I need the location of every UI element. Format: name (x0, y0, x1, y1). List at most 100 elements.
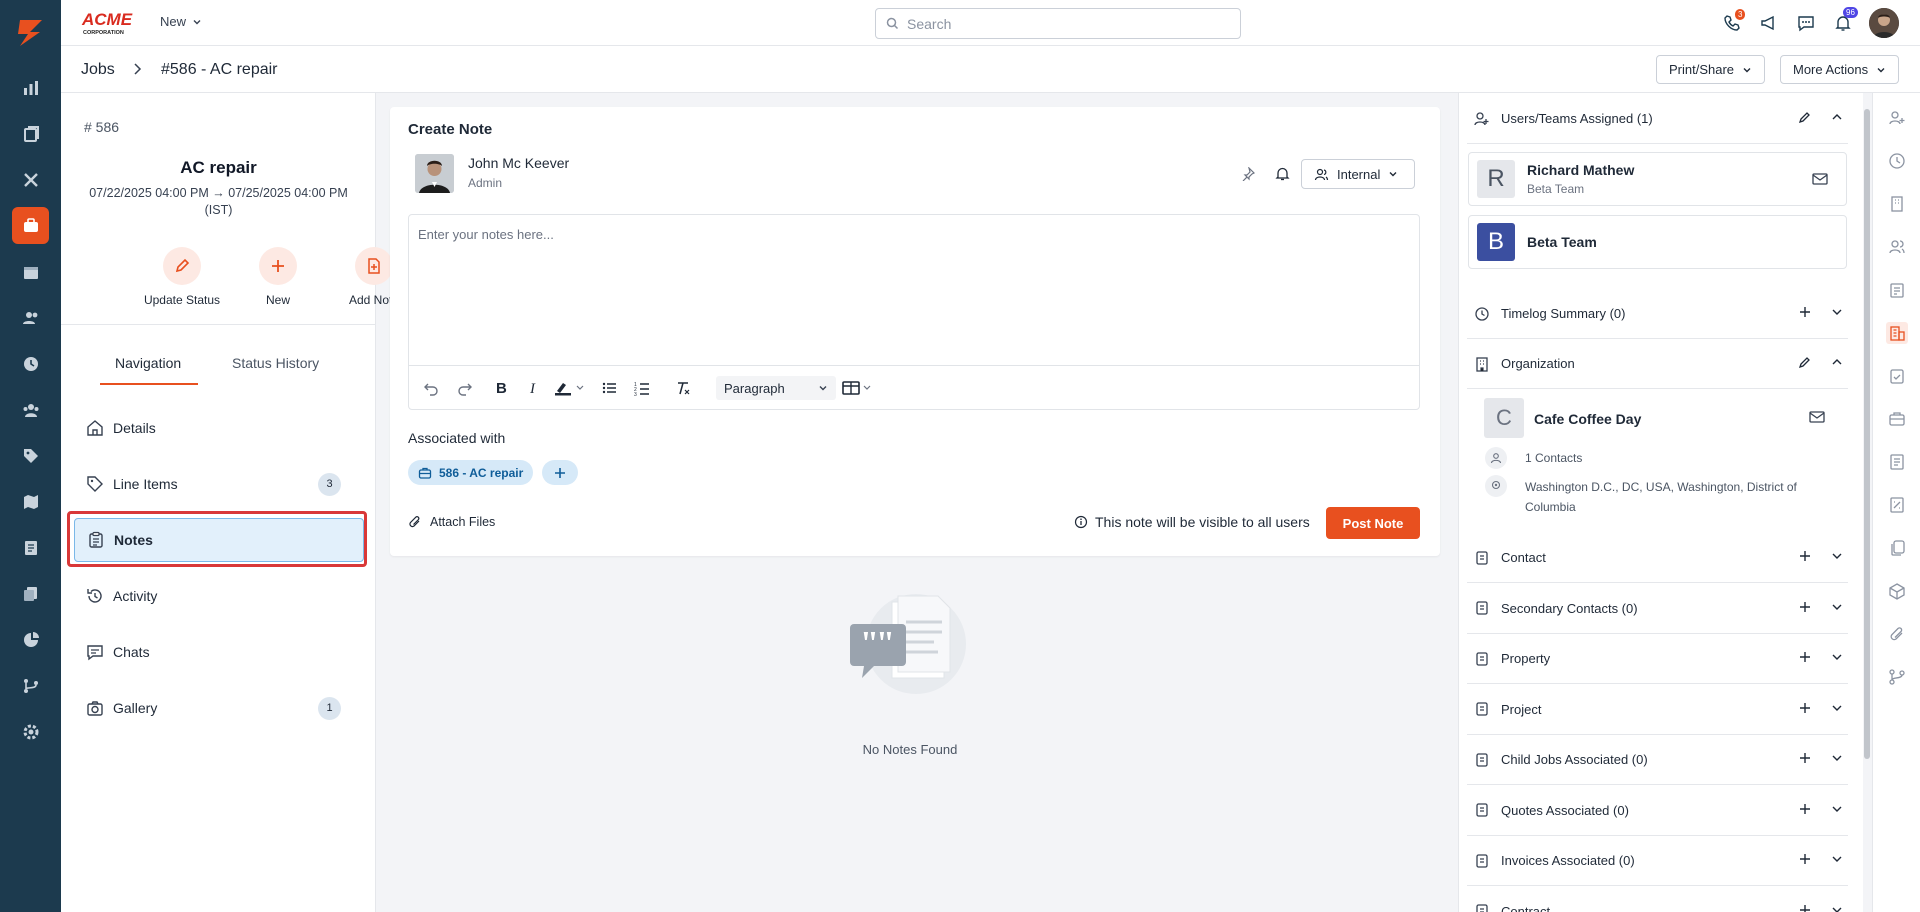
organization-name[interactable]: Cafe Coffee Day (1534, 411, 1641, 427)
attach-files-button[interactable]: Attach Files (408, 515, 495, 529)
calendar-icon[interactable] (12, 253, 49, 290)
plus-icon[interactable] (1798, 751, 1812, 765)
visibility-dropdown[interactable]: Internal (1301, 159, 1415, 189)
update-status-button[interactable]: Update Status (137, 247, 227, 307)
timelog-icon[interactable] (1886, 150, 1908, 172)
chevron-down-icon[interactable] (1830, 600, 1844, 614)
bold-icon[interactable]: B (489, 376, 513, 400)
package-icon[interactable] (1886, 580, 1908, 602)
chevron-down-icon[interactable] (1830, 903, 1844, 912)
tab-status-history[interactable]: Status History (232, 355, 319, 371)
tab-navigation[interactable]: Navigation (115, 355, 181, 371)
reports-icon[interactable] (12, 621, 49, 658)
copy-icon[interactable] (1886, 537, 1908, 559)
team-icon[interactable] (12, 391, 49, 428)
organization-contacts[interactable]: 1 Contacts (1525, 451, 1582, 465)
chevron-down-icon[interactable] (1830, 751, 1844, 765)
chevron-up-icon[interactable] (1830, 110, 1844, 124)
new-action-button[interactable]: New (233, 247, 323, 307)
add-association-button[interactable] (542, 460, 578, 485)
scroll-thumb[interactable] (1864, 109, 1870, 759)
invoice-icon[interactable] (1886, 494, 1908, 516)
italic-icon[interactable]: I (522, 376, 546, 400)
assignee-card[interactable]: R Richard Mathew Beta Team (1468, 152, 1847, 206)
jobs-icon[interactable] (12, 207, 49, 244)
global-search[interactable] (875, 8, 1241, 39)
user-avatar[interactable] (1869, 8, 1899, 38)
tools-icon[interactable] (12, 161, 49, 198)
highlight-color-icon[interactable] (554, 376, 586, 400)
megaphone-icon[interactable] (1758, 12, 1780, 34)
table-icon[interactable] (842, 376, 878, 400)
phone-icon[interactable]: 3 (1721, 9, 1746, 34)
search-input[interactable] (907, 15, 1207, 32)
bell-icon[interactable]: 96 (1832, 7, 1858, 34)
plus-icon[interactable] (1798, 549, 1812, 563)
chevron-down-icon[interactable] (1830, 852, 1844, 866)
workflow-icon[interactable] (1886, 666, 1908, 688)
plus-icon[interactable] (1798, 701, 1812, 715)
workflow-icon[interactable] (12, 667, 49, 704)
timelog-section[interactable]: Timelog Summary (0) (1467, 289, 1848, 339)
organization-section[interactable]: Organization (1467, 339, 1848, 389)
section-invoices-associated-0[interactable]: Invoices Associated (0) (1467, 836, 1848, 886)
mail-icon[interactable] (1812, 172, 1828, 186)
edit-icon[interactable] (1798, 355, 1812, 369)
quotes-icon[interactable] (12, 115, 49, 152)
nav-item-line-items[interactable]: Line Items 3 (74, 462, 364, 506)
breadcrumb-jobs[interactable]: Jobs (81, 61, 115, 79)
note-text-input[interactable] (409, 215, 1419, 365)
section-property[interactable]: Property (1467, 634, 1848, 684)
associated-job-chip[interactable]: 586 - AC repair (408, 460, 534, 485)
users-teams-section[interactable]: Users/Teams Assigned (1) (1467, 94, 1848, 144)
post-note-button[interactable]: Post Note (1326, 507, 1420, 539)
nav-item-details[interactable]: Details (74, 406, 364, 450)
new-menu[interactable]: New (160, 14, 202, 29)
invoice-icon[interactable] (12, 529, 49, 566)
section-contract[interactable]: Contract (1467, 887, 1848, 912)
chevron-up-icon[interactable] (1830, 355, 1844, 369)
block-format-select[interactable]: Paragraph (716, 376, 836, 400)
chevron-down-icon[interactable] (1830, 701, 1844, 715)
section-child-jobs-associated-0[interactable]: Child Jobs Associated (0) (1467, 735, 1848, 785)
sidebar-scrollbar[interactable] (1862, 93, 1872, 912)
mail-icon[interactable] (1809, 410, 1825, 424)
print-share-button[interactable]: Print/Share (1656, 55, 1766, 84)
section-project[interactable]: Project (1467, 685, 1848, 735)
contacts-icon[interactable] (1886, 236, 1908, 258)
user-assign-icon[interactable] (1886, 107, 1908, 129)
nav-item-activity[interactable]: Activity (74, 574, 364, 618)
clock-icon[interactable] (12, 345, 49, 382)
edit-icon[interactable] (1798, 110, 1812, 124)
settings-icon[interactable] (12, 713, 49, 750)
nav-item-gallery[interactable]: Gallery 1 (74, 686, 364, 730)
plus-icon[interactable] (1798, 852, 1812, 866)
tag-icon[interactable] (12, 437, 49, 474)
plus-icon[interactable] (1798, 903, 1812, 912)
plus-icon[interactable] (1798, 650, 1812, 664)
building-icon[interactable] (1886, 193, 1908, 215)
section-quotes-associated-0[interactable]: Quotes Associated (0) (1467, 786, 1848, 836)
redo-icon[interactable] (453, 376, 477, 400)
chevron-down-icon[interactable] (1830, 802, 1844, 816)
team-card[interactable]: B Beta Team (1468, 215, 1847, 269)
section-secondary-contacts-0[interactable]: Secondary Contacts (0) (1467, 584, 1848, 634)
chevron-down-icon[interactable] (1830, 549, 1844, 563)
undo-icon[interactable] (419, 376, 443, 400)
documents-icon[interactable] (12, 575, 49, 612)
map-icon[interactable] (12, 483, 49, 520)
dashboard-icon[interactable] (12, 69, 49, 106)
organization-active-icon[interactable] (1886, 322, 1908, 344)
nav-item-chats[interactable]: Chats (74, 630, 364, 674)
plus-icon[interactable] (1798, 802, 1812, 816)
bullet-list-icon[interactable] (597, 376, 621, 400)
project-icon[interactable] (1886, 365, 1908, 387)
pin-icon[interactable] (1241, 167, 1255, 181)
more-actions-button[interactable]: More Actions (1780, 55, 1900, 84)
briefcase-icon[interactable] (1886, 408, 1908, 430)
chevron-down-icon[interactable] (1830, 305, 1844, 319)
plus-icon[interactable] (1798, 305, 1812, 319)
numbered-list-icon[interactable]: 123 (630, 376, 654, 400)
customers-icon[interactable] (12, 299, 49, 336)
plus-icon[interactable] (1798, 600, 1812, 614)
